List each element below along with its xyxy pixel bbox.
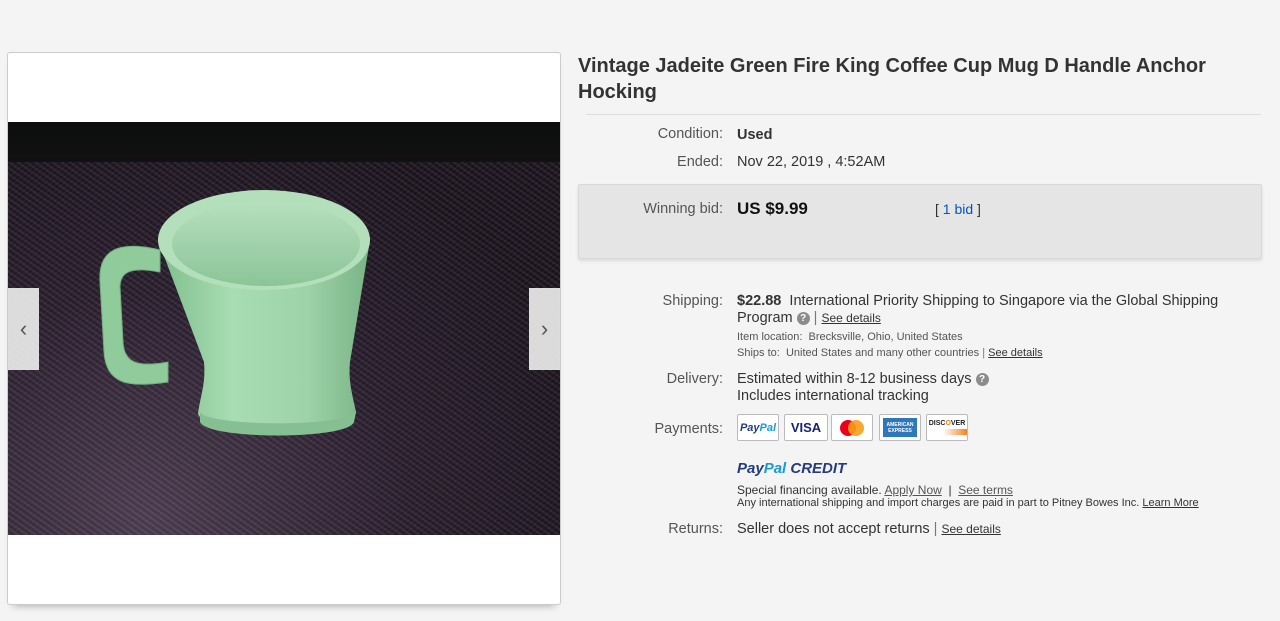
shipping-see-details-link[interactable]: See details (821, 311, 880, 325)
mastercard-logo (831, 414, 873, 441)
delivery-estimate: Estimated within 8-12 business days (737, 371, 972, 387)
delivery-value: Estimated within 8-12 business days ? In… (737, 371, 989, 405)
jadeite-mug-image (99, 190, 371, 436)
disclaimer-line: Any international shipping and import ch… (737, 497, 1199, 509)
item-title: Vintage Jadeite Green Fire King Coffee C… (578, 55, 1206, 103)
bid-count-close: ] (977, 201, 981, 217)
delivery-label: Delivery: (666, 371, 723, 387)
item-location: Item location: Brecksville, Ohio, United… (737, 331, 963, 343)
shipping-cost: $22.88 (737, 293, 782, 309)
mastercard-icon (840, 419, 864, 436)
visa-logo: VISA (784, 414, 828, 441)
ships-to-label: Ships to: (737, 347, 780, 359)
chevron-left-icon: ‹ (19, 316, 28, 341)
gallery-next-button[interactable]: › (529, 288, 560, 370)
item-photo[interactable] (8, 122, 560, 535)
chevron-right-icon: › (540, 316, 549, 341)
ended-value: Nov 22, 2019 , 4:52AM (737, 154, 886, 170)
disclaimer-text: Any international shipping and import ch… (737, 497, 1140, 509)
bid-history-link[interactable]: 1 bid (943, 201, 973, 217)
paypal-logo: Pay Pal (737, 414, 779, 441)
ships-to-see-details-link[interactable]: See details (988, 347, 1042, 359)
item-location-value: Brecksville, Ohio, United States (808, 331, 963, 343)
apply-now-link[interactable]: Apply Now (884, 483, 941, 497)
financing-line: Special financing available. Apply Now |… (737, 483, 1013, 497)
ships-to: Ships to: United States and many other c… (737, 347, 1043, 359)
see-terms-link[interactable]: See terms (958, 483, 1013, 497)
discover-logo: DISCOVER (926, 414, 968, 441)
winning-bid-panel (578, 184, 1262, 259)
paypal-credit-logo[interactable]: PayPal CREDIT (737, 460, 846, 477)
financing-text: Special financing available. (737, 483, 882, 497)
title-divider (586, 114, 1261, 115)
help-icon[interactable]: ? (796, 311, 810, 325)
returns-label: Returns: (668, 521, 723, 537)
ended-label: Ended: (677, 154, 723, 170)
ships-to-value: United States and many other countries (785, 347, 980, 359)
winning-bid-label: Winning bid: (643, 201, 723, 217)
bid-count-open: [ (935, 201, 939, 217)
condition-label: Condition: (657, 126, 723, 142)
shipping-method: International Priority Shipping to Singa… (789, 293, 1219, 309)
returns-policy: Seller does not accept returns (737, 521, 930, 537)
payments-label: Payments: (654, 421, 724, 437)
winning-bid-price: US $9.99 (737, 199, 808, 218)
amex-logo: AMERICAN EXPRESS (879, 414, 921, 441)
returns-see-details-link[interactable]: See details (941, 522, 1000, 536)
condition-value: Used (737, 127, 773, 143)
learn-more-link[interactable]: Learn More (1142, 497, 1198, 509)
shipping-method-cont: Program (737, 310, 793, 326)
gallery-prev-button[interactable]: ‹ (8, 288, 39, 370)
image-gallery: ‹ › (7, 52, 561, 605)
returns-value: Seller does not accept returns | See det… (737, 521, 1001, 537)
shipping-value: $22.88 International Priority Shipping t… (737, 293, 1219, 326)
item-location-label: Item location: (737, 331, 803, 343)
bid-count: [ 1 bid ] (935, 201, 981, 217)
shipping-label: Shipping: (662, 293, 723, 309)
delivery-tracking: Includes international tracking (737, 388, 929, 404)
help-icon[interactable]: ? (975, 372, 989, 386)
